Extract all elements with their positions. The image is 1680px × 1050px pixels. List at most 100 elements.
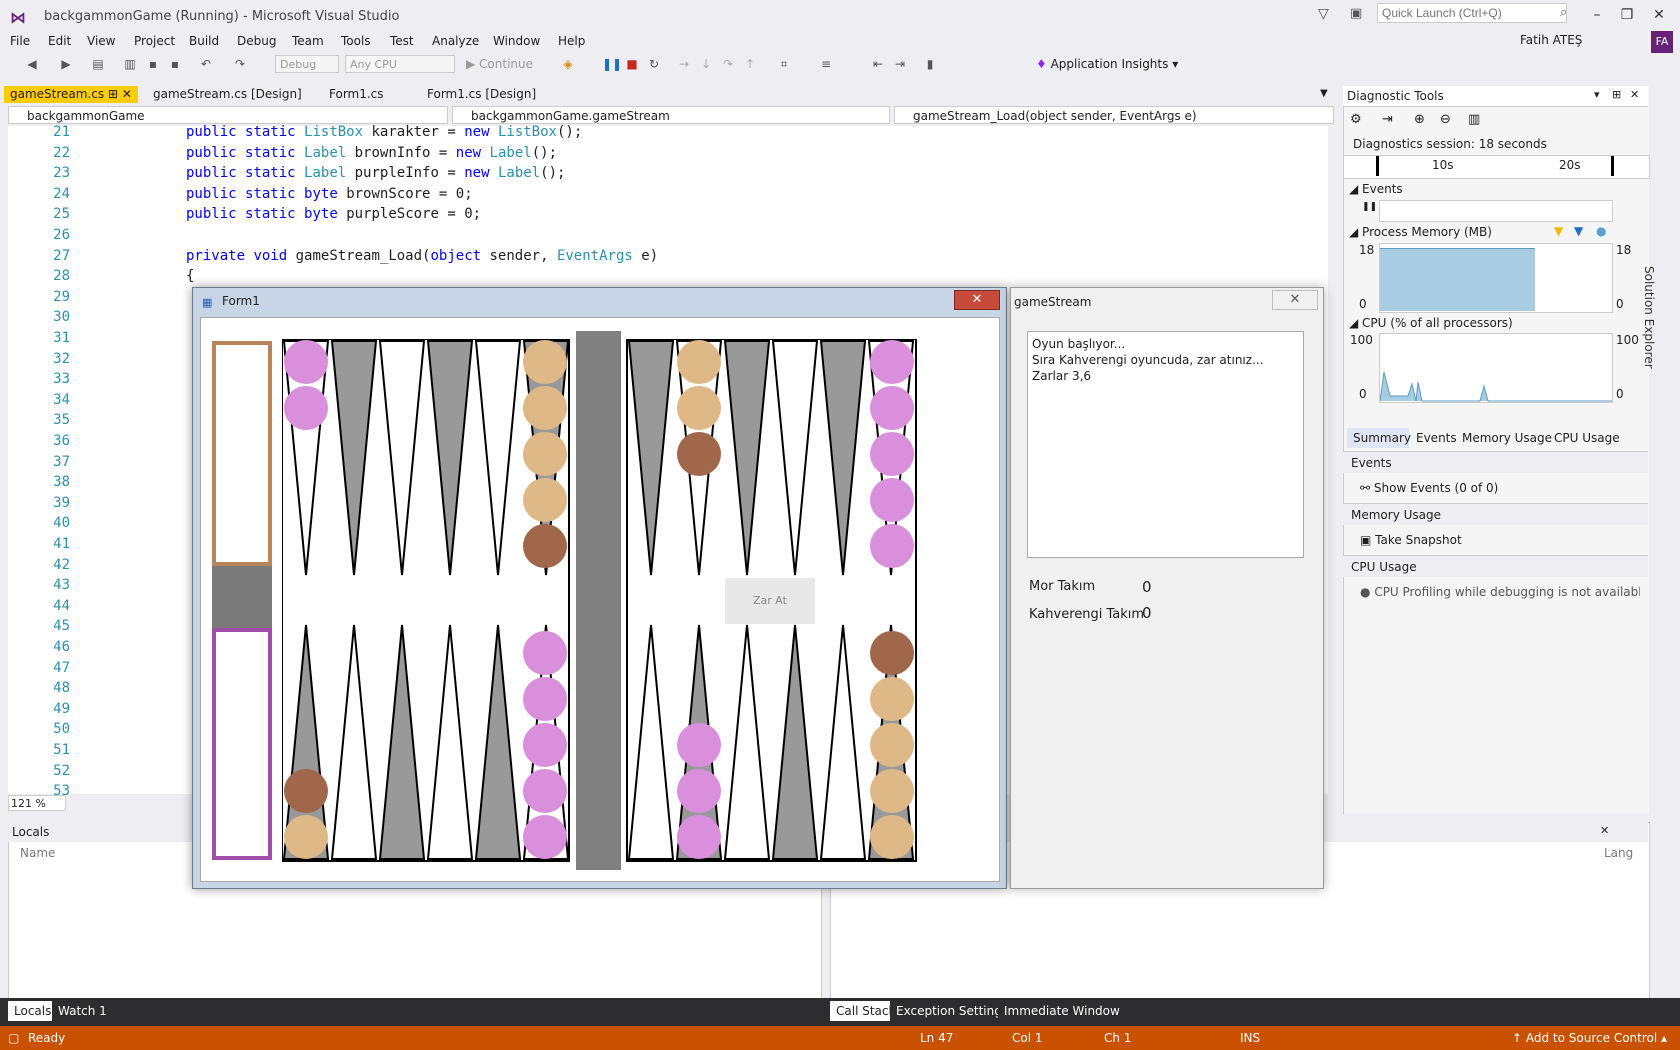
tab-form1-design[interactable]: Form1.cs [Design] <box>421 86 542 103</box>
checker-brown[interactable] <box>284 769 328 813</box>
checker-tan[interactable] <box>523 478 567 522</box>
timeline[interactable] <box>1343 155 1650 179</box>
minimize-button[interactable]: – <box>1582 4 1612 26</box>
process-icon[interactable]: ◈ <box>560 56 576 72</box>
checker-purple[interactable] <box>523 631 567 675</box>
checker-purple[interactable] <box>677 815 721 859</box>
indent-icon[interactable]: ⇥ <box>892 56 908 72</box>
tab-watch1[interactable]: Watch 1 <box>52 1001 113 1021</box>
checker-brown[interactable] <box>677 432 721 476</box>
solution-explorer-tab[interactable]: Solution Explorer <box>1642 86 1680 369</box>
panel-dropdown-icon[interactable]: ▾ <box>1594 88 1600 101</box>
stop-icon[interactable]: ■ <box>624 56 640 72</box>
menu-tools[interactable]: Tools <box>341 32 371 50</box>
roll-dice-button[interactable]: Zar At <box>725 578 815 624</box>
chart-icon[interactable]: ▥ <box>1468 112 1480 127</box>
checker-brown[interactable] <box>870 631 914 675</box>
checker-purple[interactable] <box>677 723 721 767</box>
menu-view[interactable]: View <box>87 32 115 50</box>
user-avatar[interactable]: FA <box>1651 31 1673 53</box>
checker-purple[interactable] <box>870 386 914 430</box>
callstack-close-icon[interactable]: ✕ <box>1600 824 1609 837</box>
class-nav-select[interactable]: backgammonGame.gameStream <box>452 106 890 124</box>
checker-purple[interactable] <box>523 723 567 767</box>
member-nav-select[interactable]: gameStream_Load(object sender, EventArgs… <box>894 106 1334 124</box>
tab-locals[interactable]: Locals <box>8 1001 58 1021</box>
checker-tan[interactable] <box>523 340 567 384</box>
menu-test[interactable]: Test <box>390 32 414 50</box>
tab-overflow-icon[interactable]: ▼ <box>1320 88 1328 99</box>
add-to-source-control-button[interactable]: ↑ Add to Source Control ▴ <box>1512 1026 1667 1050</box>
menu-help[interactable]: Help <box>558 32 585 50</box>
save-all-icon[interactable]: ▪ <box>167 56 183 72</box>
tab-form1-cs[interactable]: Form1.cs <box>323 86 390 103</box>
checker-purple[interactable] <box>523 769 567 813</box>
locals-col-name[interactable]: Name <box>20 846 55 860</box>
checker-purple[interactable] <box>284 386 328 430</box>
back-icon[interactable]: ◀ <box>24 56 40 72</box>
panel-pin-icon[interactable]: ⊞ <box>1612 88 1621 101</box>
checker-tan[interactable] <box>870 769 914 813</box>
settings-icon[interactable]: ⚙ <box>1350 112 1362 127</box>
checker-tan[interactable] <box>870 677 914 721</box>
application-insights-button[interactable]: ♦ Application Insights ▾ <box>1036 57 1178 71</box>
checker-purple[interactable] <box>870 340 914 384</box>
subtab-summary[interactable]: Summary <box>1347 428 1411 448</box>
export-icon[interactable]: ⇥ <box>1382 112 1393 127</box>
checker-tan[interactable] <box>870 815 914 859</box>
menu-file[interactable]: File <box>10 32 30 50</box>
zoom-out-icon[interactable]: ⊖ <box>1440 112 1451 127</box>
tab-gamestream-cs[interactable]: gameStream.cs ⊞ ✕ <box>4 86 138 103</box>
subtab-memory-usage[interactable]: Memory Usage <box>1462 431 1552 445</box>
menu-build[interactable]: Build <box>189 32 219 50</box>
checker-tan[interactable] <box>870 723 914 767</box>
checker-brown[interactable] <box>523 524 567 568</box>
zoom-in-icon[interactable]: ⊕ <box>1414 112 1425 127</box>
menu-analyze[interactable]: Analyze <box>432 32 479 50</box>
restart-icon[interactable]: ↻ <box>646 56 662 72</box>
close-tab-icon[interactable]: ✕ <box>122 87 132 101</box>
checker-purple[interactable] <box>677 769 721 813</box>
filter-icon[interactable]: ▽ <box>1318 6 1329 22</box>
feedback-icon[interactable]: ▣ <box>1350 6 1362 21</box>
undo-icon[interactable]: ↶ <box>198 56 214 72</box>
pause-events-icon[interactable]: ❚❚ <box>1362 202 1377 212</box>
menu-debug[interactable]: Debug <box>237 32 276 50</box>
tab-gamestream-design[interactable]: gameStream.cs [Design] <box>147 86 308 103</box>
checker-tan[interactable] <box>523 386 567 430</box>
pin-icon[interactable]: ⊞ <box>108 87 118 101</box>
subtab-cpu-usage[interactable]: CPU Usage <box>1554 431 1620 445</box>
pause-icon[interactable]: ❚❚ <box>602 56 622 72</box>
restore-button[interactable]: ❐ <box>1612 4 1642 26</box>
step-into-icon[interactable]: ↓ <box>698 56 714 72</box>
subtab-events[interactable]: Events <box>1416 431 1457 445</box>
bookmark-icon[interactable]: ▮ <box>922 56 938 72</box>
checker-tan[interactable] <box>677 340 721 384</box>
redo-icon[interactable]: ↷ <box>232 56 248 72</box>
continue-button[interactable]: ▶ Continue <box>466 57 533 71</box>
platform-select[interactable]: Any CPU <box>345 55 455 73</box>
checker-tan[interactable] <box>677 386 721 430</box>
checker-purple[interactable] <box>523 677 567 721</box>
take-snapshot-button[interactable]: ▣ Take Snapshot <box>1360 533 1462 547</box>
menu-window[interactable]: Window <box>493 32 540 50</box>
show-next-statement-icon[interactable]: → <box>676 56 692 72</box>
tab-exception-settings[interactable]: Exception Settings <box>890 1001 1015 1021</box>
checker-purple[interactable] <box>284 340 328 384</box>
forward-icon[interactable]: ▶ <box>58 56 74 72</box>
save-icon[interactable]: ▪ <box>145 56 161 72</box>
quick-launch-input[interactable] <box>1377 3 1567 23</box>
gamestream-close-button[interactable]: ✕ <box>1272 290 1318 310</box>
game-log-listbox[interactable]: Oyun başlıyor... Sıra Kahverengi oyuncud… <box>1027 331 1304 558</box>
checker-purple[interactable] <box>523 815 567 859</box>
menu-team[interactable]: Team <box>292 32 324 50</box>
checker-purple[interactable] <box>870 432 914 476</box>
close-button[interactable]: ✕ <box>1644 4 1674 26</box>
checker-tan[interactable] <box>284 815 328 859</box>
open-icon[interactable]: ▥ <box>122 56 138 72</box>
checker-purple[interactable] <box>870 524 914 568</box>
zoom-select[interactable]: 121 % <box>8 795 66 811</box>
menu-project[interactable]: Project <box>134 32 175 50</box>
callstack-col-lang[interactable]: Lang <box>1604 846 1633 860</box>
new-project-icon[interactable]: ▤ <box>90 56 106 72</box>
